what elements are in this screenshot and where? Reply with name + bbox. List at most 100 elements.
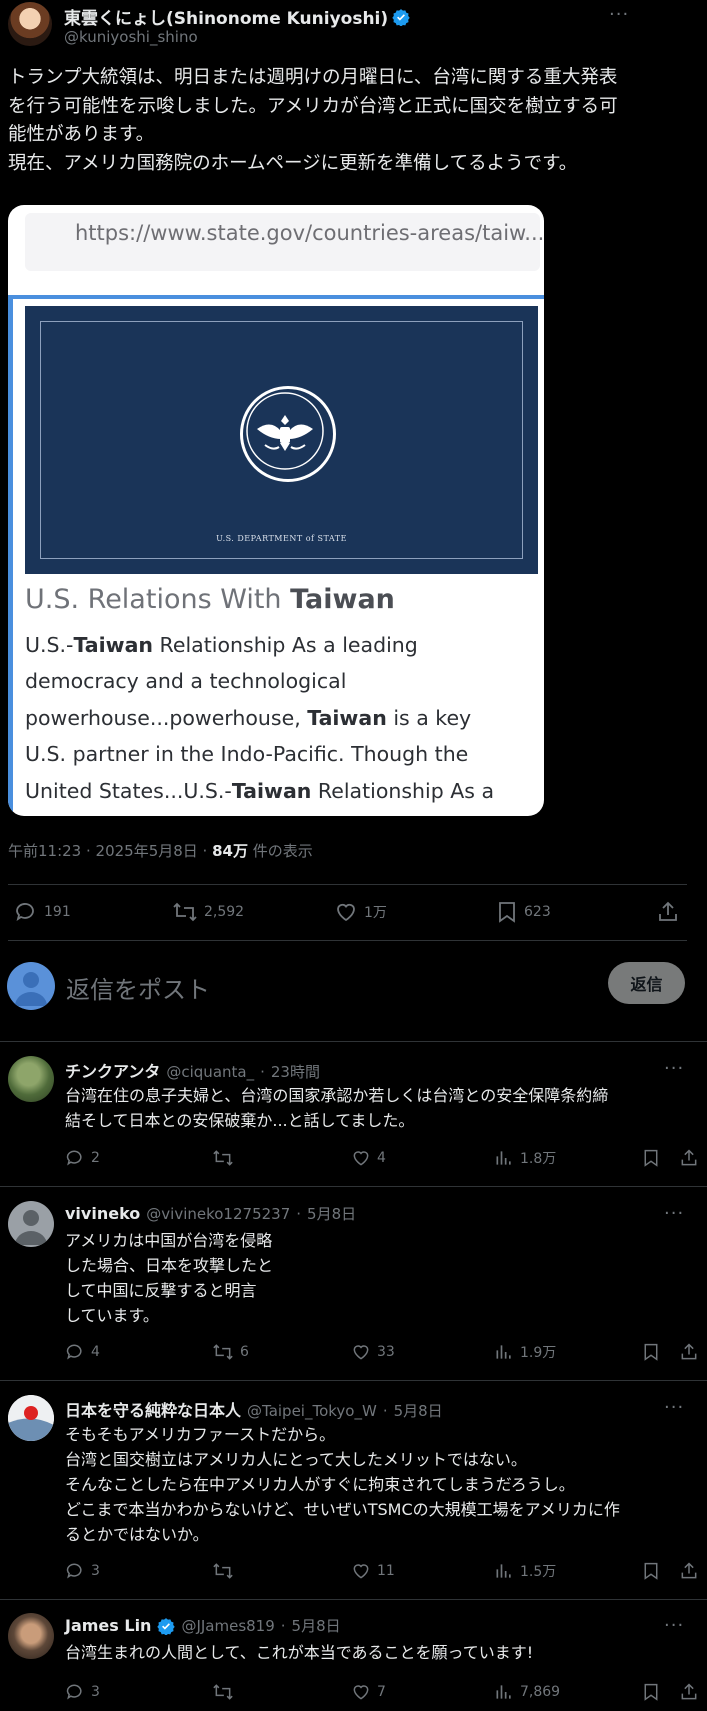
snippet-line: U.S.-Taiwan Relationship As a leading — [25, 633, 418, 657]
share-button[interactable] — [679, 1342, 699, 1362]
accent-bar — [8, 295, 544, 299]
repost-action[interactable] — [212, 1561, 351, 1581]
reply-action[interactable]: 3 — [65, 1682, 212, 1702]
reply-actions: 2 4 1.8万 — [65, 1148, 699, 1168]
share-button[interactable] — [679, 1561, 699, 1581]
reply-author-name[interactable]: vivineko — [65, 1204, 140, 1223]
reply-input[interactable]: 返信をポスト — [66, 970, 210, 1005]
repost-icon — [172, 900, 198, 924]
bookmark-action[interactable] — [642, 1682, 679, 1702]
reply-header: James Lin @JJames819 · 5月8日 — [65, 1615, 341, 1636]
repost-action[interactable]: 6 — [212, 1342, 351, 1362]
share-button[interactable] — [679, 1682, 699, 1702]
reply-header: チンクアンタ @ciquanta_ · 23時間 — [65, 1058, 320, 1082]
post-text-line: 能性があります。 — [8, 124, 155, 145]
reply-button[interactable]: 返信 — [608, 962, 685, 1004]
like-action[interactable]: 1万 — [334, 900, 387, 924]
bookmark-icon — [496, 900, 518, 924]
post-text-line: 現在、アメリカ国務院のホームページに更新を準備してるようです。 — [8, 152, 578, 174]
share-button[interactable] — [679, 1148, 699, 1168]
heading-prefix: U.S. Relations With — [25, 584, 291, 615]
like-action[interactable]: 11 — [351, 1561, 494, 1581]
post-image[interactable]: https://www.state.gov/countries-areas/ta… — [8, 205, 544, 816]
reply-action[interactable]: 191 — [14, 900, 71, 924]
repost-count: 2,592 — [204, 904, 245, 920]
bookmark-action[interactable] — [642, 1342, 679, 1362]
reply-avatar[interactable] — [8, 1395, 54, 1441]
author-name-row[interactable]: 東雲くにょし(Shinonome Kuniyoshi) — [64, 4, 410, 29]
share-icon — [656, 900, 680, 924]
share-button[interactable] — [656, 900, 680, 924]
bookmark-action[interactable]: 623 — [496, 900, 551, 924]
views-action[interactable]: 7,869 — [494, 1682, 642, 1702]
author-handle[interactable]: @kuniyoshi_shino — [64, 28, 198, 46]
reply-avatar[interactable] — [8, 1613, 54, 1659]
heading-bold: Taiwan — [290, 584, 395, 615]
reply-action[interactable]: 2 — [65, 1148, 212, 1168]
views-count: 84万 — [212, 842, 248, 860]
bookmark-action[interactable] — [642, 1561, 679, 1581]
banner-caption: U.S. DEPARTMENT of STATE — [216, 534, 347, 543]
state-dept-banner: U.S. DEPARTMENT of STATE — [25, 306, 538, 574]
more-options-icon[interactable]: ··· — [664, 1397, 684, 1418]
reply-text: そもそもアメリカファーストだから。 台湾と国交樹立はアメリカ人にとって大したメリ… — [65, 1425, 620, 1544]
repost-action[interactable] — [212, 1682, 351, 1702]
reply-header: 日本を守る純粋な日本人 @Taipei_Tokyo_W · 5月8日 — [65, 1397, 443, 1421]
reply-time[interactable]: 23時間 — [271, 1061, 320, 1082]
divider — [0, 1186, 707, 1187]
more-options-icon[interactable]: ··· — [664, 1203, 684, 1224]
snippet-line: democracy and a technological — [25, 669, 347, 694]
reply-author-handle[interactable]: @vivineko1275237 — [146, 1205, 290, 1223]
heart-icon — [334, 900, 358, 924]
reply-author-name[interactable]: James Lin — [65, 1616, 151, 1635]
author-avatar[interactable] — [8, 2, 52, 46]
reply-text: アメリカは中国が台湾を侵略 した場合、日本を攻撃したと して中国に反撃すると明言… — [65, 1231, 274, 1325]
reply-author-name[interactable]: チンクアンタ — [65, 1058, 160, 1082]
bookmark-action[interactable] — [642, 1148, 679, 1168]
divider — [0, 1380, 707, 1381]
reply-actions: 4 6 33 1.9万 — [65, 1342, 699, 1362]
page-heading: U.S. Relations With Taiwan — [25, 584, 395, 615]
user-avatar[interactable] — [7, 962, 55, 1010]
post-timestamp[interactable]: 午前11:23 · 2025年5月8日 · 84万 件の表示 — [8, 840, 313, 861]
views-action[interactable]: 1.8万 — [494, 1148, 642, 1168]
like-action[interactable]: 33 — [351, 1342, 494, 1362]
reply-avatar[interactable] — [8, 1056, 54, 1102]
reply-action[interactable]: 4 — [65, 1342, 212, 1362]
repost-action[interactable] — [212, 1148, 351, 1168]
reply-time[interactable]: 5月8日 — [292, 1615, 341, 1636]
more-options-icon[interactable]: ··· — [664, 1058, 684, 1079]
reply-author-handle[interactable]: @JJames819 — [181, 1617, 274, 1635]
more-options-icon[interactable]: ··· — [609, 4, 629, 25]
reply-author-handle[interactable]: @Taipei_Tokyo_W — [247, 1402, 377, 1420]
accent-side-bar — [8, 295, 13, 816]
separator: · — [260, 1063, 265, 1081]
divider — [0, 1041, 707, 1042]
bookmark-count: 623 — [524, 904, 551, 920]
like-count: 1万 — [364, 905, 387, 921]
reply-author-name[interactable]: 日本を守る純粋な日本人 — [65, 1397, 241, 1421]
snippet-line: U.S. partner in the Indo-Pacific. Though… — [25, 742, 469, 767]
reply-time[interactable]: 5月8日 — [394, 1400, 443, 1421]
views-action[interactable]: 1.9万 — [494, 1342, 642, 1362]
views-label: 件の表示 — [247, 842, 313, 860]
repost-action[interactable]: 2,592 — [172, 900, 244, 924]
divider — [8, 940, 687, 941]
reply-avatar[interactable] — [8, 1201, 54, 1247]
snippet-line: powerhouse...powerhouse, Taiwan is a key — [25, 705, 472, 730]
reply-header: vivineko @vivineko1275237 · 5月8日 — [65, 1203, 356, 1224]
reply-time[interactable]: 5月8日 — [307, 1203, 356, 1224]
reply-icon — [14, 900, 38, 924]
separator: · — [296, 1205, 302, 1223]
timestamp-text[interactable]: 午前11:23 · 2025年5月8日 · — [8, 842, 212, 860]
post-text-line: トランプ大統領は、明日または週明けの月曜日に、台湾に関する重大発表 — [8, 67, 618, 88]
like-action[interactable]: 4 — [351, 1148, 494, 1168]
reply-author-handle[interactable]: @ciquanta_ — [166, 1063, 254, 1081]
divider — [8, 884, 687, 885]
views-action[interactable]: 1.5万 — [494, 1561, 642, 1581]
author-name[interactable]: 東雲くにょし(Shinonome Kuniyoshi) — [64, 4, 388, 29]
more-options-icon[interactable]: ··· — [664, 1615, 684, 1636]
reply-action[interactable]: 3 — [65, 1561, 212, 1581]
like-action[interactable]: 7 — [351, 1682, 494, 1702]
verified-badge-icon — [157, 1617, 176, 1635]
